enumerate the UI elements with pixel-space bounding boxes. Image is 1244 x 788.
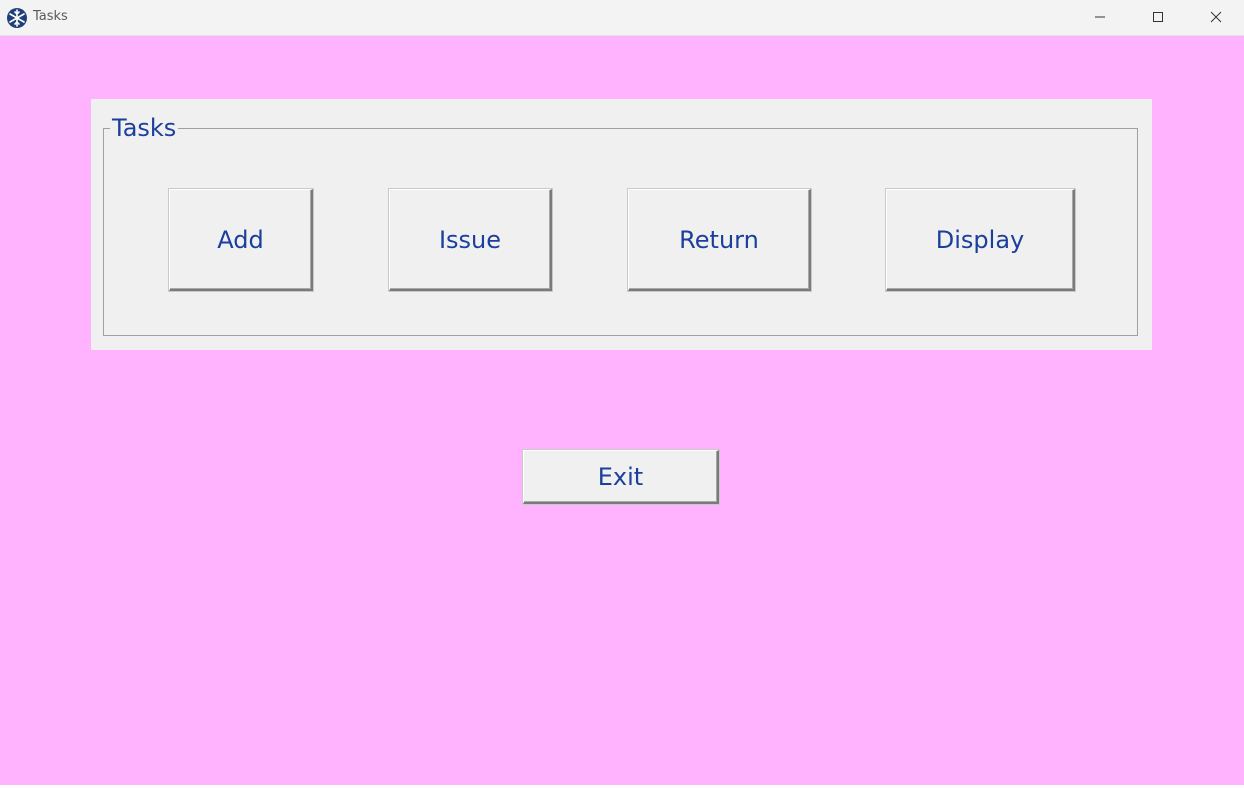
tasks-group-label: Tasks bbox=[110, 113, 179, 143]
title-bar: Tasks bbox=[0, 0, 1244, 36]
maximize-icon bbox=[1153, 12, 1163, 22]
exit-button[interactable]: Exit bbox=[523, 450, 719, 504]
add-button[interactable]: Add bbox=[169, 189, 313, 291]
close-icon bbox=[1210, 11, 1222, 23]
minimize-button[interactable] bbox=[1071, 0, 1129, 34]
return-button[interactable]: Return bbox=[628, 189, 811, 291]
minimize-icon bbox=[1095, 16, 1105, 18]
maximize-button[interactable] bbox=[1129, 0, 1187, 34]
window-client-area: Tasks Add Issue Return Display Exit bbox=[0, 36, 1244, 785]
window-title: Tasks bbox=[33, 9, 68, 24]
tasks-panel: Tasks Add Issue Return Display bbox=[91, 99, 1152, 350]
display-button[interactable]: Display bbox=[886, 189, 1075, 291]
snowflake-app-icon bbox=[7, 8, 27, 28]
issue-button[interactable]: Issue bbox=[389, 189, 552, 291]
close-button[interactable] bbox=[1187, 0, 1244, 34]
